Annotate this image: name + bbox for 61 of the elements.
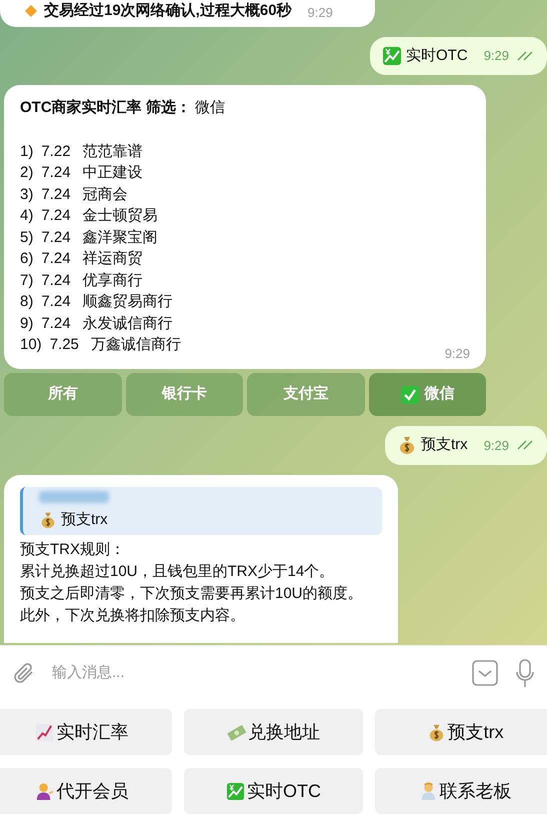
diamond-icon <box>24 4 38 18</box>
exchange-rate: 7.24 <box>41 292 71 312</box>
chart-icon <box>35 722 54 742</box>
chart-icon <box>382 46 402 66</box>
keyboard-button[interactable]: 兑换地址 <box>184 709 364 755</box>
message-input[interactable]: 输入消息... <box>52 662 455 684</box>
message-time: 9:29 <box>444 344 470 362</box>
merchant-name: 顺鑫贸易商行 <box>82 292 173 312</box>
merchant-name: 金士顿贸易 <box>82 206 158 226</box>
rank-number: 10) <box>20 335 42 355</box>
exchange-rate: 7.25 <box>50 335 79 355</box>
person-icon <box>35 782 54 800</box>
rank-number: 8) <box>20 292 34 312</box>
message-text: 累计兑换超过10U，且钱包里的TRX少于14个。 <box>20 562 336 582</box>
merchant-name: 鑫洋聚宝阁 <box>82 228 158 248</box>
merchant-name: 万鑫诚信商行 <box>90 335 181 355</box>
exchange-rate: 7.24 <box>41 270 71 290</box>
message-text: 预支TRX规则： <box>20 540 126 560</box>
merchant-name: 优享商行 <box>82 270 143 290</box>
merchant-name: 范范靠谱 <box>82 142 143 162</box>
blurred-name <box>39 490 109 502</box>
message-text: 此外，下次兑换将扣除预支内容。 <box>20 606 246 626</box>
rank-number: 2) <box>20 163 34 183</box>
rank-number: 4) <box>20 206 34 226</box>
message-text: 预支trx <box>421 435 468 455</box>
rank-number: 3) <box>20 184 34 204</box>
keyboard-button[interactable]: 实时OTC <box>184 768 364 814</box>
chevron-down-icon[interactable] <box>471 659 499 687</box>
rank-number: 7) <box>20 270 34 290</box>
money-bag-icon <box>39 510 57 529</box>
keyboard-button[interactable]: 预支trx <box>375 709 547 755</box>
merchant-name: 永发诚信商行 <box>82 314 173 334</box>
keyboard-button[interactable]: 代开会员 <box>0 768 172 814</box>
exchange-rate: 7.24 <box>41 314 71 334</box>
message-text: 实时OTC <box>406 46 468 66</box>
quoted-text: 预支trx <box>61 510 108 530</box>
message-text: 交易经过19次网络确认,过程大概60秒 <box>44 1 292 21</box>
exchange-rate: 7.24 <box>41 206 71 226</box>
merchant-name: 祥运商贸 <box>82 249 143 269</box>
keyboard-button[interactable]: 实时汇率 <box>0 709 172 755</box>
rank-number: 9) <box>20 314 34 334</box>
message-time: 9:29 <box>308 4 333 22</box>
message-time: 9:29 <box>484 436 509 454</box>
rank-number: 5) <box>20 228 34 248</box>
rank-number: 6) <box>20 249 34 269</box>
exchange-rate: 7.22 <box>41 142 71 162</box>
merchant-name: 中正建设 <box>82 163 143 183</box>
merchant-name: 冠商会 <box>82 184 128 204</box>
message-title: OTC商家实时汇率 筛选： <box>20 98 191 118</box>
exchange-rate: 7.24 <box>41 184 71 204</box>
exchange-rate: 7.24 <box>41 228 71 248</box>
check-icon <box>400 384 420 404</box>
chart-icon <box>226 782 245 800</box>
exchange-rate: 7.24 <box>41 249 71 269</box>
message-text: 预支之后即清零，下次预支需要再累计10U的额度。 <box>20 584 364 604</box>
message-time: 9:29 <box>484 47 509 65</box>
exchange-rate: 7.24 <box>41 163 71 183</box>
rank-number: 1) <box>20 142 34 162</box>
keyboard-button[interactable]: 联系老板 <box>375 768 547 814</box>
microphone-icon[interactable] <box>515 658 535 688</box>
filter-value: 微信 <box>194 98 225 118</box>
